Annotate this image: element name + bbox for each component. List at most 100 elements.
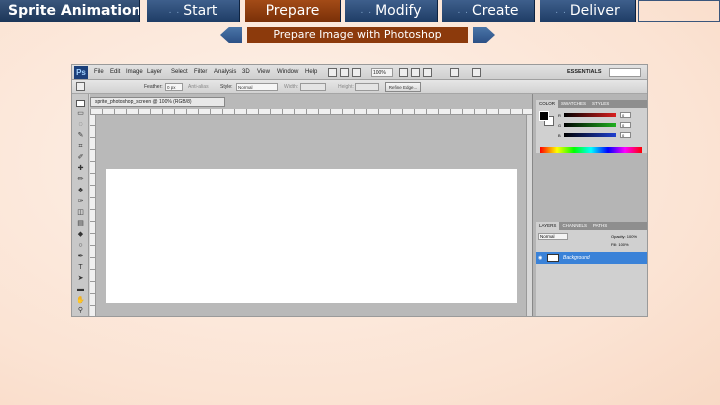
refine-edge-button[interactable]: Refine Edge...: [385, 82, 421, 92]
tab-paths[interactable]: PATHS: [590, 222, 610, 230]
move-tool-icon[interactable]: [76, 100, 85, 107]
extras-icon[interactable]: [352, 68, 361, 77]
nav-tab-start[interactable]: . . Start: [147, 0, 240, 22]
color-spectrum[interactable]: [540, 147, 642, 153]
section-subtitle: Prepare Image with Photoshop: [247, 27, 468, 43]
width-input[interactable]: [300, 83, 326, 91]
screen-mode-icon[interactable]: [472, 68, 481, 77]
lasso-tool-icon[interactable]: ◌: [76, 121, 85, 128]
style-select[interactable]: Normal: [236, 83, 278, 91]
fill-field[interactable]: Fill: 100%: [611, 241, 641, 248]
menu-help[interactable]: Help: [305, 69, 317, 75]
gradient-tool-icon[interactable]: ▤: [76, 220, 85, 227]
blend-mode-select[interactable]: Normal: [538, 233, 568, 240]
canvas[interactable]: [106, 169, 517, 303]
nav-tab-modify[interactable]: . . Modify: [345, 0, 438, 22]
nav-tab-deliver[interactable]: . . Deliver: [540, 0, 636, 22]
menu-select[interactable]: Select: [171, 69, 188, 75]
menu-filter[interactable]: Filter: [194, 69, 207, 75]
tab-channels[interactable]: CHANNELS: [559, 222, 590, 230]
red-slider-bar[interactable]: [564, 113, 616, 117]
clone-stamp-tool-icon[interactable]: ♣: [76, 187, 85, 194]
layers-panel: Normal Opacity: 100% Fill: 100% ◉ Backgr…: [536, 230, 647, 316]
options-bar: Feather: 0 px Anti-alias Style: Normal W…: [72, 80, 647, 94]
dots-icon: . .: [457, 6, 470, 16]
hand-tool-icon[interactable]: ✋: [76, 297, 85, 304]
presentation-title: Sprite Animation: [0, 0, 140, 22]
menu-file[interactable]: File: [94, 69, 104, 75]
layer-name: Background: [563, 255, 590, 261]
nav-tab-label: Prepare: [265, 3, 320, 19]
tab-layers[interactable]: LAYERS: [536, 222, 560, 230]
opacity-field[interactable]: Opacity: 100%: [611, 233, 641, 240]
color-panel-tabs: COLOR SWATCHES STYLES: [536, 100, 647, 108]
hand-tool-icon[interactable]: [399, 68, 408, 77]
tab-styles[interactable]: STYLES: [589, 100, 612, 108]
previous-arrow-icon[interactable]: [220, 27, 242, 43]
shape-tool-icon[interactable]: ▬: [76, 286, 85, 293]
path-select-tool-icon[interactable]: ➤: [76, 275, 85, 282]
antialias-checkbox[interactable]: Anti-alias: [188, 84, 209, 90]
marquee-tool-icon[interactable]: ▭: [76, 110, 85, 117]
marquee-preset-icon[interactable]: [76, 82, 85, 91]
pen-tool-icon[interactable]: ✒: [76, 253, 85, 260]
red-value[interactable]: 0: [620, 112, 631, 118]
search-input[interactable]: [609, 68, 641, 77]
zoom-tool-icon[interactable]: ⚲: [76, 307, 85, 314]
green-value[interactable]: 0: [620, 122, 631, 128]
left-ruler: [90, 115, 96, 316]
crop-tool-icon[interactable]: ⌗: [76, 143, 85, 150]
minibridge-icon[interactable]: [340, 68, 349, 77]
workspace-switcher[interactable]: ESSENTIALS: [567, 69, 602, 75]
blue-value[interactable]: 0: [620, 132, 631, 138]
layer-row-background[interactable]: ◉ Background: [536, 252, 647, 264]
document-tab[interactable]: sprite_photoshop_screen @ 100% (RGB/8): [90, 97, 225, 107]
red-slider[interactable]: R 0: [558, 112, 631, 118]
fill-label: Fill:: [611, 242, 618, 247]
tab-color[interactable]: COLOR: [536, 100, 559, 108]
brush-tool-icon[interactable]: ✏: [76, 176, 85, 183]
menu-edit[interactable]: Edit: [110, 69, 120, 75]
photoshop-window: Ps File Edit Image Layer Select Filter A…: [71, 64, 648, 317]
opacity-value[interactable]: 100%: [627, 234, 637, 239]
quick-select-tool-icon[interactable]: ✎: [76, 132, 85, 139]
blue-slider[interactable]: B 0: [558, 132, 631, 138]
green-slider[interactable]: G 0: [558, 122, 631, 128]
bridge-icon[interactable]: [328, 68, 337, 77]
green-slider-bar[interactable]: [564, 123, 616, 127]
menu-3d[interactable]: 3D: [242, 69, 250, 75]
dodge-tool-icon[interactable]: ○: [76, 242, 85, 249]
feather-input[interactable]: 0 px: [165, 83, 183, 91]
rotate-view-icon[interactable]: [423, 68, 432, 77]
menu-window[interactable]: Window: [277, 69, 298, 75]
arrange-documents-icon[interactable]: [450, 68, 459, 77]
menu-image[interactable]: Image: [126, 69, 143, 75]
eraser-tool-icon[interactable]: ◫: [76, 209, 85, 216]
tab-swatches[interactable]: SWATCHES: [558, 100, 589, 108]
healing-brush-tool-icon[interactable]: ✚: [76, 165, 85, 172]
nav-tab-create[interactable]: . . Create: [442, 0, 535, 22]
menu-analysis[interactable]: Analysis: [214, 69, 236, 75]
zoom-select[interactable]: 100%: [371, 68, 393, 77]
blue-slider-bar[interactable]: [564, 133, 616, 137]
dots-icon: . .: [360, 6, 373, 16]
type-tool-icon[interactable]: T: [76, 264, 85, 271]
top-navigation: Sprite Animation . . Start Prepare . . Mod…: [0, 0, 720, 23]
nav-tab-prepare[interactable]: Prepare: [245, 0, 341, 22]
nav-tab-label: Create: [472, 3, 519, 19]
foreground-color-swatch-top[interactable]: [539, 111, 549, 121]
menu-view[interactable]: View: [257, 69, 270, 75]
fill-value[interactable]: 100%: [618, 242, 628, 247]
visibility-eye-icon[interactable]: ◉: [538, 255, 542, 261]
color-panel: R 0 G 0 B 0: [536, 108, 647, 153]
menu-layer[interactable]: Layer: [147, 69, 162, 75]
style-label: Style:: [220, 84, 233, 90]
next-arrow-icon[interactable]: [473, 27, 495, 43]
zoom-tool-icon[interactable]: [411, 68, 420, 77]
eyedropper-tool-icon[interactable]: ✐: [76, 154, 85, 161]
height-input[interactable]: [355, 83, 379, 91]
panels-dock: COLOR SWATCHES STYLES R 0 G 0 B 0 LAYERS…: [532, 94, 647, 316]
blur-tool-icon[interactable]: ◆: [76, 231, 85, 238]
red-label: R: [558, 113, 561, 118]
history-brush-tool-icon[interactable]: ✑: [76, 198, 85, 205]
